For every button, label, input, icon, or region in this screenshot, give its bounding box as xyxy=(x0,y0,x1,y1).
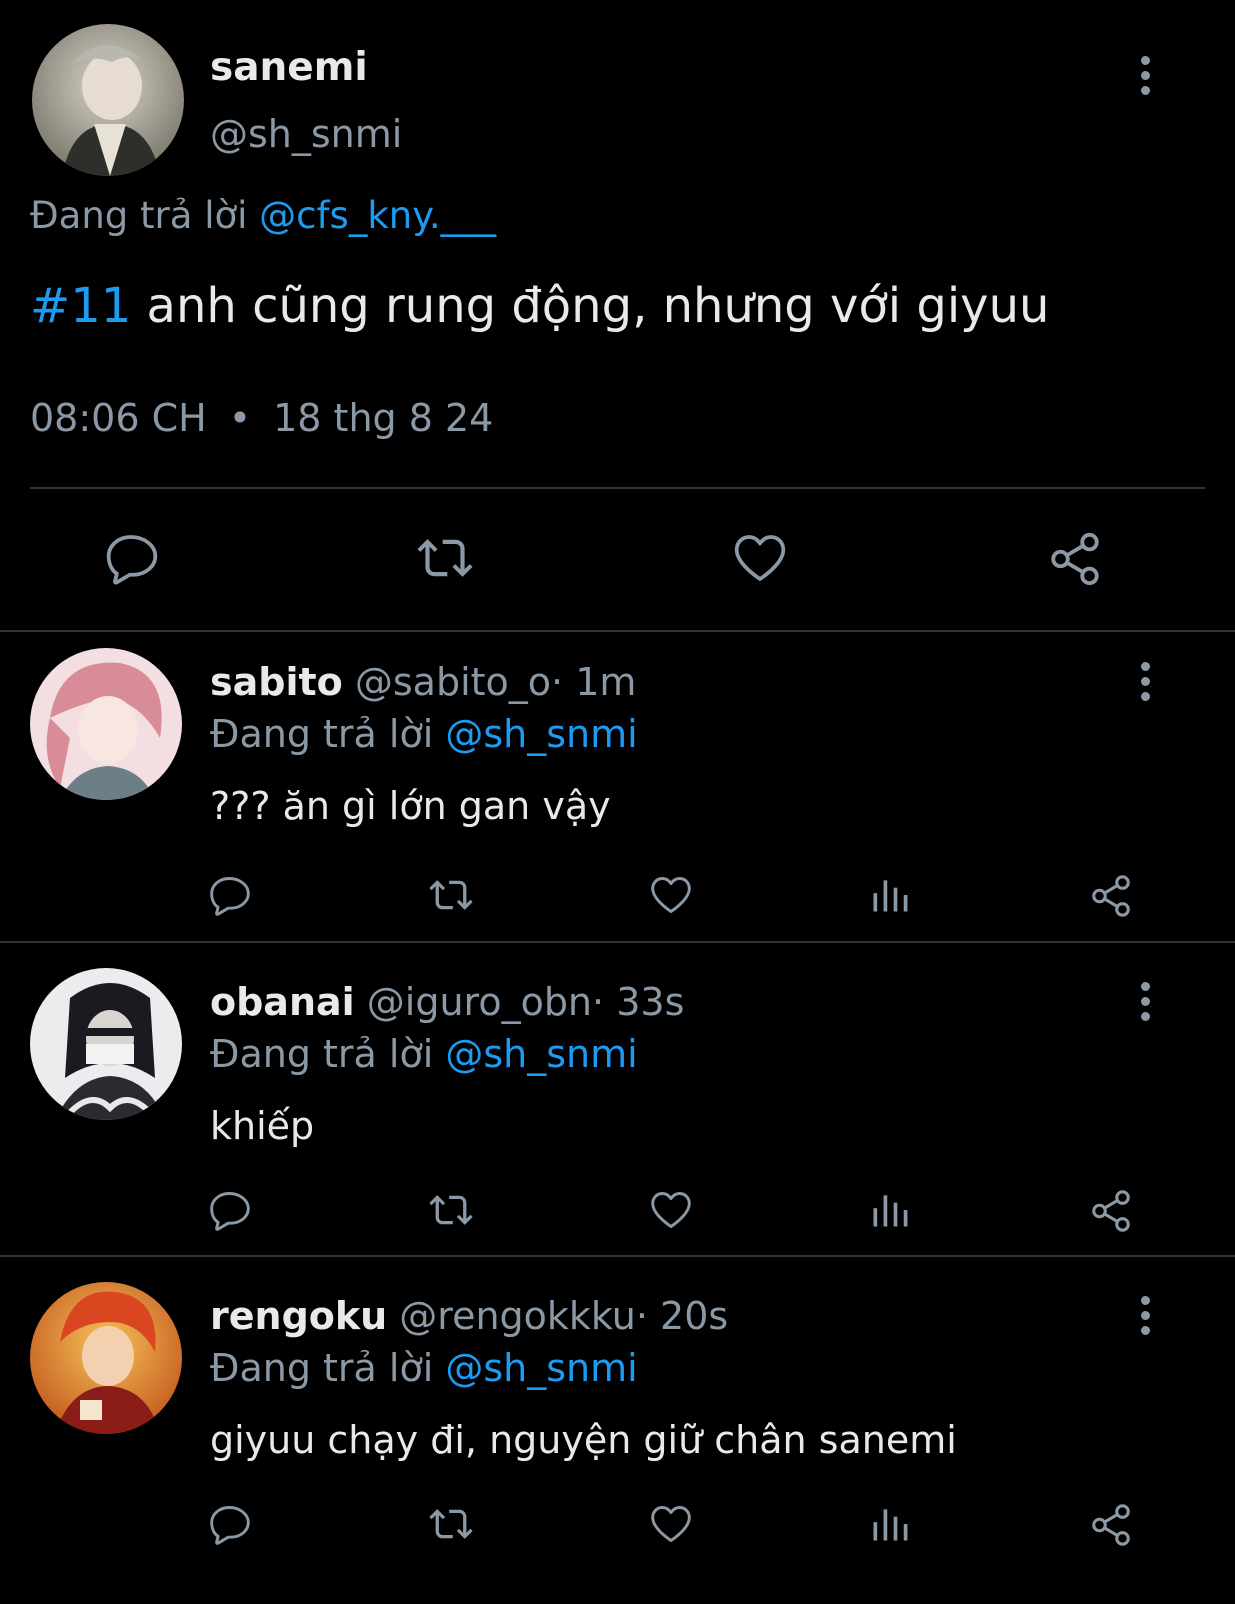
avatar[interactable] xyxy=(30,1282,182,1434)
meta-separator: · xyxy=(592,980,605,1024)
share-icon xyxy=(1088,1188,1134,1234)
share-icon xyxy=(1046,530,1104,588)
reply-icon xyxy=(104,530,160,586)
share-button[interactable] xyxy=(1088,873,1134,919)
reply-text: giyuu chạy đi, nguyện giữ chân sanemi xyxy=(210,1418,957,1462)
tweet-text: #11 anh cũng rung động, nhưng với giyuu xyxy=(30,278,1049,334)
reply-text: ??? ăn gì lớn gan vậy xyxy=(210,784,611,828)
reply-time[interactable]: 20s xyxy=(660,1294,728,1338)
replying-to-mention[interactable]: @cfs_kny.___ xyxy=(259,194,496,237)
replying-to-mention[interactable]: @sh_snmi xyxy=(445,712,637,756)
retweet-button[interactable] xyxy=(426,1502,476,1546)
avatar[interactable] xyxy=(30,968,182,1120)
like-button[interactable] xyxy=(648,1502,694,1546)
reply-button[interactable] xyxy=(104,530,160,586)
reply-icon xyxy=(208,873,252,917)
divider xyxy=(0,941,1235,943)
reply-button[interactable] xyxy=(208,1502,252,1546)
tweet-date[interactable]: 18 thg 8 24 xyxy=(273,396,493,440)
replying-to-label: Đang trả lời xyxy=(210,1032,434,1076)
more-icon[interactable] xyxy=(1133,662,1157,702)
views-button[interactable] xyxy=(868,873,912,917)
reply-header: obanai @iguro_obn· 33s xyxy=(210,980,684,1024)
replying-to: Đang trả lời @sh_snmi xyxy=(210,1346,638,1390)
views-button[interactable] xyxy=(868,1188,912,1232)
meta-separator: • xyxy=(228,396,252,440)
user-handle[interactable]: @rengokkku xyxy=(399,1294,636,1338)
retweet-icon xyxy=(414,530,476,586)
share-button[interactable] xyxy=(1088,1188,1134,1234)
retweet-button[interactable] xyxy=(414,530,476,586)
user-handle[interactable]: @iguro_obn xyxy=(367,980,592,1024)
replying-to-label: Đang trả lời xyxy=(30,194,248,237)
more-icon[interactable] xyxy=(1133,56,1157,96)
views-icon xyxy=(868,873,912,917)
retweet-icon xyxy=(426,873,476,917)
replying-to: Đang trả lời @sh_snmi xyxy=(210,1032,638,1076)
reply-text: khiếp xyxy=(210,1104,315,1148)
share-button[interactable] xyxy=(1046,530,1104,588)
avatar[interactable] xyxy=(30,648,182,800)
display-name[interactable]: sanemi xyxy=(210,45,368,90)
display-name[interactable]: rengoku xyxy=(210,1294,387,1338)
tweet-timestamp: 08:06 CH • 18 thg 8 24 xyxy=(30,396,493,440)
like-icon xyxy=(730,530,790,586)
replying-to-mention[interactable]: @sh_snmi xyxy=(445,1032,637,1076)
reply-button[interactable] xyxy=(208,1188,252,1232)
reply-time[interactable]: 33s xyxy=(616,980,684,1024)
replying-to: Đang trả lời @sh_snmi xyxy=(210,712,638,756)
like-button[interactable] xyxy=(648,873,694,917)
display-name[interactable]: obanai xyxy=(210,980,355,1024)
reply-header: rengoku @rengokkku· 20s xyxy=(210,1294,728,1338)
display-name[interactable]: sabito xyxy=(210,660,343,704)
views-icon xyxy=(868,1502,912,1546)
like-icon xyxy=(648,1502,694,1546)
reply-icon xyxy=(208,1502,252,1546)
like-button[interactable] xyxy=(730,530,790,586)
user-handle[interactable]: @sh_snmi xyxy=(210,112,402,156)
user-handle[interactable]: @sabito_o xyxy=(355,660,551,704)
replying-to-label: Đang trả lời xyxy=(210,712,434,756)
replying-to: Đang trả lời @cfs_kny.___ xyxy=(30,194,496,237)
share-icon xyxy=(1088,873,1134,919)
divider xyxy=(0,1255,1235,1257)
meta-separator: · xyxy=(635,1294,648,1338)
hashtag-link[interactable]: #11 xyxy=(30,278,131,334)
retweet-button[interactable] xyxy=(426,873,476,917)
retweet-button[interactable] xyxy=(426,1188,476,1232)
divider xyxy=(30,487,1205,489)
replying-to-mention[interactable]: @sh_snmi xyxy=(445,1346,637,1390)
like-button[interactable] xyxy=(648,1188,694,1232)
like-icon xyxy=(648,1188,694,1232)
share-icon xyxy=(1088,1502,1134,1548)
like-icon xyxy=(648,873,694,917)
reply-icon xyxy=(208,1188,252,1232)
reply-button[interactable] xyxy=(208,873,252,917)
avatar[interactable] xyxy=(32,24,184,176)
views-icon xyxy=(868,1188,912,1232)
replying-to-label: Đang trả lời xyxy=(210,1346,434,1390)
retweet-icon xyxy=(426,1502,476,1546)
divider xyxy=(0,630,1235,632)
tweet-time[interactable]: 08:06 CH xyxy=(30,396,207,440)
more-icon[interactable] xyxy=(1133,1296,1157,1336)
reply-time[interactable]: 1m xyxy=(575,660,636,704)
reply-header: sabito @sabito_o· 1m xyxy=(210,660,636,704)
more-icon[interactable] xyxy=(1133,982,1157,1022)
share-button[interactable] xyxy=(1088,1502,1134,1548)
meta-separator: · xyxy=(551,660,564,704)
tweet-body: anh cũng rung động, nhưng với giyuu xyxy=(131,278,1050,334)
views-button[interactable] xyxy=(868,1502,912,1546)
retweet-icon xyxy=(426,1188,476,1232)
